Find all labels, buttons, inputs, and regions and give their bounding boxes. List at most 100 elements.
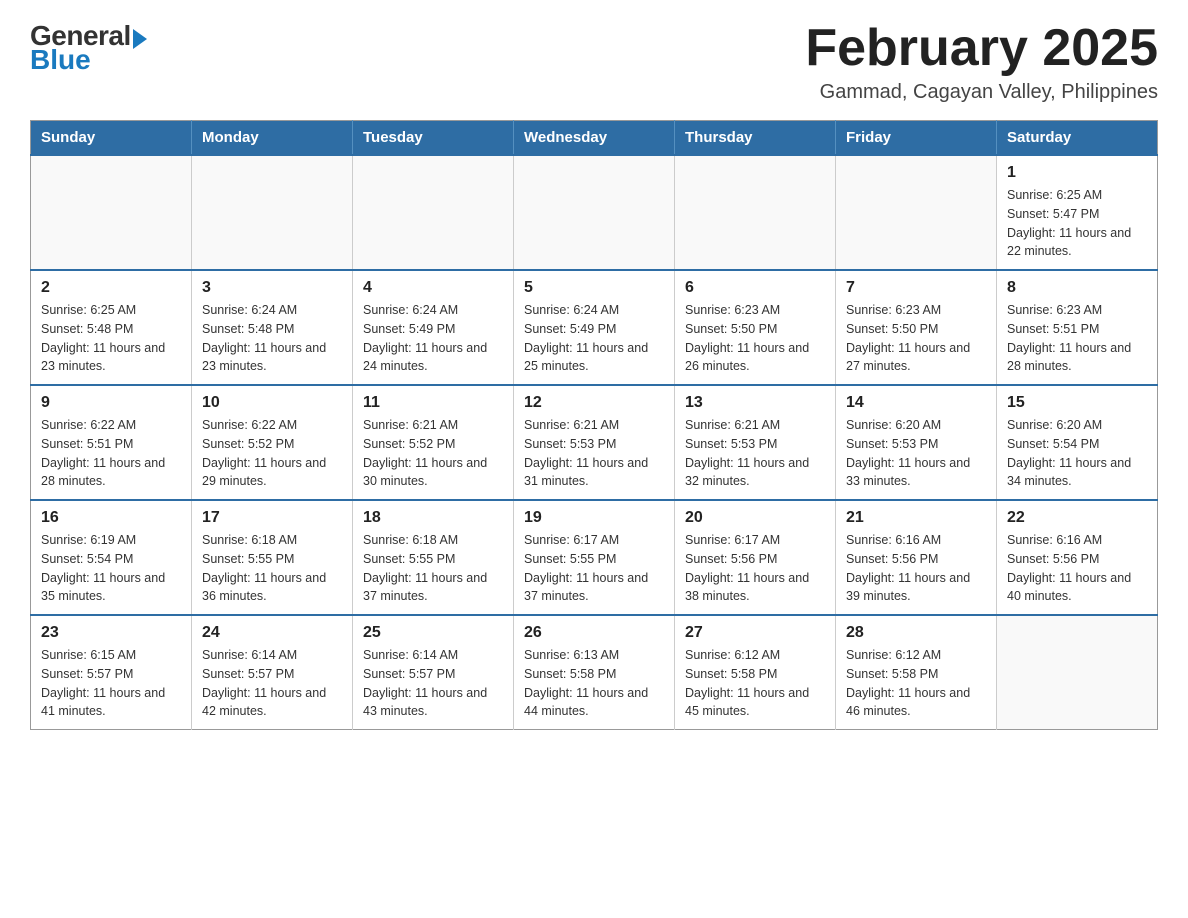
daylight-text: Daylight: 11 hours and 41 minutes. <box>41 686 165 719</box>
table-row: 5Sunrise: 6:24 AMSunset: 5:49 PMDaylight… <box>514 270 675 385</box>
header-friday: Friday <box>836 121 997 156</box>
table-row <box>514 155 675 270</box>
sunset-text: Sunset: 5:49 PM <box>524 322 616 336</box>
sunset-text: Sunset: 5:48 PM <box>41 322 133 336</box>
daylight-text: Daylight: 11 hours and 33 minutes. <box>846 456 970 489</box>
day-info: Sunrise: 6:20 AMSunset: 5:54 PMDaylight:… <box>1007 416 1147 491</box>
table-row: 13Sunrise: 6:21 AMSunset: 5:53 PMDayligh… <box>675 385 836 500</box>
day-info: Sunrise: 6:15 AM Sunset: 5:57 PM Daylight:… <box>41 646 181 721</box>
sunrise-text: Sunrise: 6:17 AM <box>685 533 780 547</box>
sunrise-text: Sunrise: 6:20 AM <box>846 418 941 432</box>
daylight-text: Daylight: 11 hours and 23 minutes. <box>202 341 326 374</box>
daylight-text: Daylight: 11 hours and 44 minutes. <box>524 686 648 719</box>
sunset-text: Sunset: 5:54 PM <box>1007 437 1099 451</box>
sunrise-text: Sunrise: 6:16 AM <box>846 533 941 547</box>
sunrise-text: Sunrise: 6:12 AM <box>685 648 780 662</box>
table-row: 19Sunrise: 6:17 AMSunset: 5:55 PMDayligh… <box>514 500 675 615</box>
day-info: Sunrise: 6:21 AMSunset: 5:52 PMDaylight:… <box>363 416 503 491</box>
day-number: 18 <box>363 509 503 527</box>
day-info: Sunrise: 6:23 AMSunset: 5:50 PMDaylight:… <box>846 301 986 376</box>
daylight-text: Daylight: 11 hours and 22 minutes. <box>1007 226 1131 259</box>
sunset-text: Sunset: 5:56 PM <box>685 552 777 566</box>
sunset-text: Sunset: 5:47 PM <box>1007 207 1099 221</box>
daylight-text: Daylight: 11 hours and 42 minutes. <box>202 686 326 719</box>
calendar-week-row: 2Sunrise: 6:25 AMSunset: 5:48 PMDaylight… <box>31 270 1158 385</box>
header-monday: Monday <box>192 121 353 156</box>
table-row: 22 Sunrise: 6:16 AMSunset: 5:56 PMDayligh… <box>997 500 1158 615</box>
day-info: Sunrise: 6:12 AMSunset: 5:58 PMDaylight:… <box>846 646 986 721</box>
logo-blue-text: Blue <box>30 44 91 76</box>
table-row: 25Sunrise: 6:14 AMSunset: 5:57 PMDayligh… <box>353 615 514 730</box>
day-number: 2 <box>41 279 181 297</box>
table-row: 15Sunrise: 6:20 AMSunset: 5:54 PMDayligh… <box>997 385 1158 500</box>
day-number: 26 <box>524 624 664 642</box>
sunset-text: Sunset: 5:50 PM <box>685 322 777 336</box>
table-row: 8Sunrise: 6:23 AMSunset: 5:51 PMDaylight… <box>997 270 1158 385</box>
day-number: 7 <box>846 279 986 297</box>
sunset-text: Sunset: 5:51 PM <box>1007 322 1099 336</box>
sunrise-text: Sunrise: 6:22 AM <box>41 418 136 432</box>
header-tuesday: Tuesday <box>353 121 514 156</box>
day-info: Sunrise: 6:17 AMSunset: 5:56 PMDaylight:… <box>685 531 825 606</box>
sunset-text: Sunset: 5:55 PM <box>524 552 616 566</box>
day-number: 5 <box>524 279 664 297</box>
sunset-text: Sunset: 5:58 PM <box>524 667 616 681</box>
header-sunday: Sunday <box>31 121 192 156</box>
sunset-text: Sunset: 5:53 PM <box>524 437 616 451</box>
sunrise-text: Sunrise: 6:24 AM <box>363 303 458 317</box>
table-row <box>836 155 997 270</box>
sunrise-text: Sunrise: 6:23 AM <box>685 303 780 317</box>
daylight-text: Daylight: 11 hours and 27 minutes. <box>846 341 970 374</box>
table-row <box>353 155 514 270</box>
sunset-text: Sunset: 5:48 PM <box>202 322 294 336</box>
location-title: Gammad, Cagayan Valley, Philippines <box>805 81 1158 104</box>
daylight-text: Daylight: 11 hours and 39 minutes. <box>846 571 970 604</box>
sunset-text: Sunset: 5:55 PM <box>363 552 455 566</box>
day-info: Sunrise: 6:20 AM Sunset: 5:53 PM Daylight:… <box>846 416 986 491</box>
sunrise-text: Sunrise: 6:21 AM <box>524 418 619 432</box>
sunset-text: Sunset: 5:53 PM <box>685 437 777 451</box>
day-number: 3 <box>202 279 342 297</box>
day-info: Sunrise: 6:16 AMSunset: 5:56 PMDaylight:… <box>1007 531 1147 606</box>
sunrise-text: Sunrise: 6:15 AM <box>41 648 136 662</box>
table-row: 21Sunrise: 6:16 AMSunset: 5:56 PMDayligh… <box>836 500 997 615</box>
daylight-text: Daylight: 11 hours and 30 minutes. <box>363 456 487 489</box>
day-info: Sunrise: 6:23 AMSunset: 5:51 PMDaylight:… <box>1007 301 1147 376</box>
calendar-table: Sunday Monday Tuesday Wednesday Thursday… <box>30 120 1158 730</box>
day-number: 22 <box>1007 509 1147 527</box>
daylight-text: Daylight: 11 hours and 32 minutes. <box>685 456 809 489</box>
table-row: 2Sunrise: 6:25 AMSunset: 5:48 PMDaylight… <box>31 270 192 385</box>
day-number: 1 <box>1007 164 1147 182</box>
table-row: 12Sunrise: 6:21 AMSunset: 5:53 PMDayligh… <box>514 385 675 500</box>
sunrise-text: Sunrise: 6:19 AM <box>41 533 136 547</box>
table-row: 7 Sunrise: 6:23 AMSunset: 5:50 PMDaylight… <box>836 270 997 385</box>
sunset-text: Sunset: 5:57 PM <box>41 667 133 681</box>
sunset-text: Sunset: 5:55 PM <box>202 552 294 566</box>
daylight-text: Daylight: 11 hours and 36 minutes. <box>202 571 326 604</box>
day-info: Sunrise: 6:17 AMSunset: 5:55 PMDaylight:… <box>524 531 664 606</box>
sunset-text: Sunset: 5:53 PM <box>846 437 938 451</box>
table-row: 1Sunrise: 6:25 AMSunset: 5:47 PMDaylight… <box>997 155 1158 270</box>
daylight-text: Daylight: 11 hours and 43 minutes. <box>363 686 487 719</box>
day-info: Sunrise: 6:22 AMSunset: 5:52 PMDaylight:… <box>202 416 342 491</box>
table-row: 9Sunrise: 6:22 AMSunset: 5:51 PMDaylight… <box>31 385 192 500</box>
table-row: 23 Sunrise: 6:15 AM Sunset: 5:57 PM Dayligh… <box>31 615 192 730</box>
daylight-text: Daylight: 11 hours and 31 minutes. <box>524 456 648 489</box>
sunset-text: Sunset: 5:52 PM <box>202 437 294 451</box>
day-number: 23 <box>41 624 181 642</box>
daylight-text: Daylight: 11 hours and 24 minutes. <box>363 341 487 374</box>
table-row: 11Sunrise: 6:21 AMSunset: 5:52 PMDayligh… <box>353 385 514 500</box>
table-row: 26 Sunrise: 6:13 AMSunset: 5:58 PMDayligh… <box>514 615 675 730</box>
sunset-text: Sunset: 5:58 PM <box>685 667 777 681</box>
table-row: 28Sunrise: 6:12 AMSunset: 5:58 PMDayligh… <box>836 615 997 730</box>
day-info: Sunrise: 6:13 AMSunset: 5:58 PMDaylight:… <box>524 646 664 721</box>
sunset-text: Sunset: 5:56 PM <box>1007 552 1099 566</box>
day-info: Sunrise: 6:14 AMSunset: 5:57 PMDaylight:… <box>202 646 342 721</box>
day-number: 17 <box>202 509 342 527</box>
table-row <box>31 155 192 270</box>
day-number: 14 <box>846 394 986 412</box>
sunset-text: Sunset: 5:56 PM <box>846 552 938 566</box>
daylight-text: Daylight: 11 hours and 37 minutes. <box>363 571 487 604</box>
daylight-text: Daylight: 11 hours and 28 minutes. <box>41 456 165 489</box>
day-number: 10 <box>202 394 342 412</box>
